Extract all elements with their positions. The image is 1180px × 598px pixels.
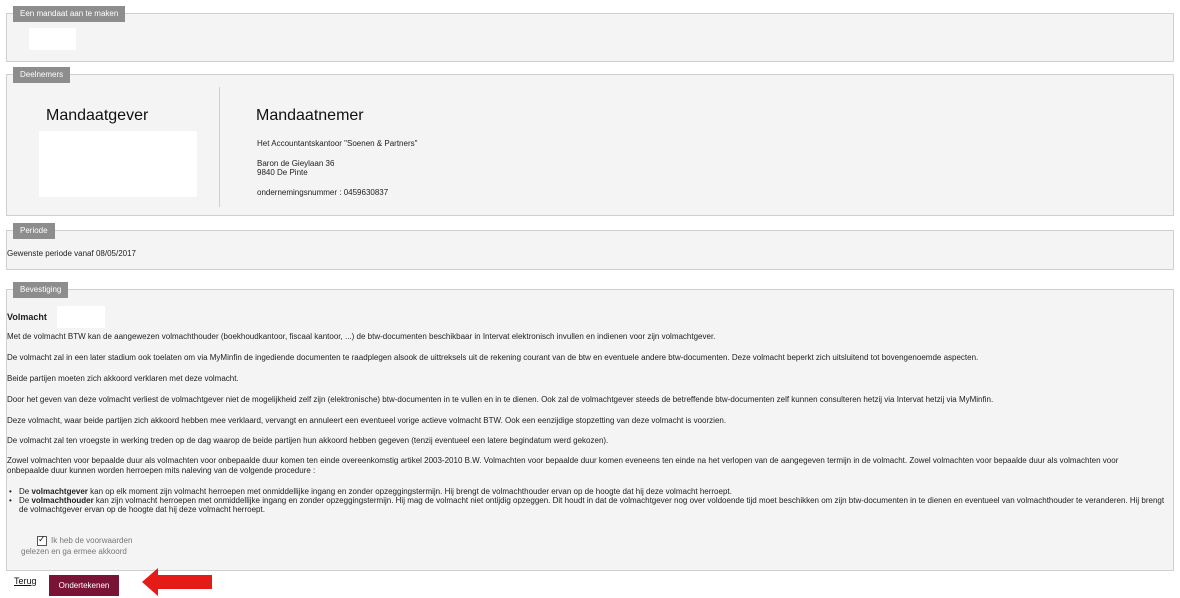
bullet2-post: kan zijn volmacht herroepen met onmiddel…	[19, 496, 1165, 514]
volmacht-heading: Volmacht	[7, 312, 47, 322]
mandaatnemer-company-number: ondernemingsnummer : 0459630837	[257, 188, 389, 197]
periode-text: Gewenste periode vanaf 08/05/2017	[7, 249, 136, 258]
section-mandaat: Een mandaat aan te maken	[6, 6, 1174, 62]
agree-checkbox-label-2: gelezen en ga ermee akkoord	[21, 547, 127, 556]
section-bevestiging-legend: Bevestiging	[13, 282, 69, 298]
bullet1-post: kan op elk moment zijn volmacht herroepe…	[87, 487, 732, 496]
revocation-list: De volmachtgever kan op elk moment zijn …	[7, 487, 1167, 514]
bullet1-pre: De	[19, 487, 32, 496]
bullet2-pre: De	[19, 496, 32, 505]
participants-divider	[219, 87, 220, 207]
bullet1-bold: volmachtgever	[31, 487, 88, 496]
paragraph-6: De volmacht zal ten vroegste in werking …	[7, 436, 609, 445]
section-deelnemers: Deelnemers Mandaatgever Mandaatnemer Het…	[6, 67, 1174, 216]
mandaatgever-box	[39, 131, 197, 197]
paragraph-3: Beide partijen moeten zich akkoord verkl…	[7, 374, 239, 383]
mandaatgever-title: Mandaatgever	[46, 107, 149, 124]
paragraph-7: Zowel volmachten voor bepaalde duur als …	[7, 456, 1119, 475]
paragraph-4: Door het geven van deze volmacht verlies…	[7, 395, 994, 404]
agree-checkbox-label-1: Ik heb de voorwaarden	[51, 536, 133, 546]
section-mandaat-legend: Een mandaat aan te maken	[13, 6, 126, 22]
mandaatnemer-name: Het Accountantskantoor "Soenen & Partner…	[257, 139, 418, 148]
section-periode: Periode Gewenste periode vanaf 08/05/201…	[6, 223, 1174, 270]
volmacht-value-box	[57, 306, 105, 328]
paragraph-5: Deze volmacht, waar beide partijen zich …	[7, 416, 727, 425]
section-bevestiging: Bevestiging Volmacht Met de volmacht BTW…	[6, 282, 1174, 571]
paragraph-2: De volmacht zal in een later stadium ook…	[7, 353, 979, 362]
volmacht-heading-text: Volmacht	[7, 312, 47, 322]
sign-button[interactable]: Ondertekenen	[49, 575, 119, 596]
revocation-item-volmachtgever: De volmachtgever kan op elk moment zijn …	[7, 487, 1167, 496]
red-arrow-icon	[142, 568, 212, 596]
mandaatnemer-title: Mandaatnemer	[256, 107, 364, 124]
agree-checkbox[interactable]	[37, 534, 47, 546]
mandaatnemer-city: 9840 De Pinte	[257, 168, 308, 177]
section-periode-legend: Periode	[13, 223, 55, 239]
paragraph-1: Met de volmacht BTW kan de aangewezen vo…	[7, 332, 716, 341]
back-link[interactable]: Terug	[14, 576, 37, 586]
mandaat-value-box	[29, 28, 76, 50]
revocation-item-volmachthouder: De volmachthouder kan zijn volmacht herr…	[7, 496, 1167, 514]
agree-checkbox-row[interactable]: Ik heb de voorwaarden	[37, 534, 133, 546]
section-deelnemers-legend: Deelnemers	[13, 67, 71, 83]
bullet2-bold: volmachthouder	[31, 496, 94, 505]
